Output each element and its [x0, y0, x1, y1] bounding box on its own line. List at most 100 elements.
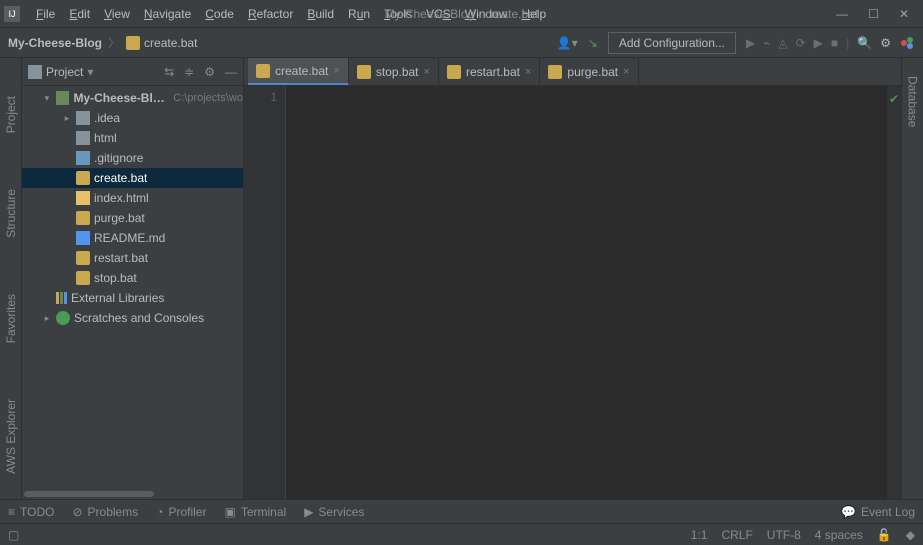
- line-number-gutter[interactable]: 1: [244, 86, 286, 499]
- tree-file-purge-bat[interactable]: purge.bat: [22, 208, 243, 228]
- folder-icon: [28, 65, 42, 79]
- tree-file-stop-bat[interactable]: stop.bat: [22, 268, 243, 288]
- tree-folder-html[interactable]: html: [22, 128, 243, 148]
- maximize-icon[interactable]: ☐: [868, 7, 879, 21]
- breadcrumb-file[interactable]: create.bat: [126, 36, 197, 50]
- settings-icon[interactable]: ⚙: [880, 36, 891, 50]
- memory-indicator-icon[interactable]: ◆: [906, 528, 915, 542]
- gear-icon[interactable]: ⚙: [204, 65, 215, 79]
- breadcrumb-project[interactable]: My-Cheese-Blog: [8, 36, 102, 50]
- close-tab-icon[interactable]: ×: [623, 66, 629, 78]
- menu-navigate[interactable]: Navigate: [138, 4, 197, 24]
- tool-structure[interactable]: Structure: [4, 181, 18, 246]
- tool-problems[interactable]: ⊘ Problems: [72, 505, 138, 519]
- rerun-icon[interactable]: ▶: [814, 36, 823, 50]
- expand-arrow-icon[interactable]: ▾: [42, 93, 52, 104]
- menu-run[interactable]: Run: [342, 4, 376, 24]
- editor-tabs: create.bat × stop.bat × restart.bat × pu…: [244, 58, 901, 86]
- close-tab-icon[interactable]: ×: [525, 66, 531, 78]
- folder-icon: [76, 131, 90, 145]
- close-icon[interactable]: ✕: [899, 7, 909, 21]
- hide-icon[interactable]: —: [225, 65, 237, 79]
- tree-folder-idea[interactable]: ▸ .idea: [22, 108, 243, 128]
- expand-all-icon[interactable]: ≑: [184, 65, 194, 79]
- bat-file-icon: [76, 271, 90, 285]
- editor-area: create.bat × stop.bat × restart.bat × pu…: [244, 58, 901, 499]
- tree-item-label: restart.bat: [94, 251, 148, 265]
- expand-arrow-icon[interactable]: ▸: [42, 313, 52, 324]
- readonly-lock-icon[interactable]: 🔓: [877, 528, 892, 542]
- tool-database[interactable]: Database: [906, 68, 920, 135]
- tab-label: stop.bat: [376, 65, 419, 79]
- coverage-icon[interactable]: ◬: [778, 36, 787, 50]
- menu-refactor[interactable]: Refactor: [242, 4, 299, 24]
- project-tree[interactable]: ▾ My-Cheese-Blog C:\projects\wo ▸ .idea …: [22, 86, 243, 489]
- close-tab-icon[interactable]: ×: [333, 65, 339, 77]
- tree-file-index-html[interactable]: index.html: [22, 188, 243, 208]
- folder-icon: [76, 111, 90, 125]
- inspection-ok-icon[interactable]: ✔: [889, 92, 899, 106]
- project-view-selector[interactable]: Project ▾: [28, 65, 93, 79]
- tree-item-label: html: [94, 131, 117, 145]
- tab-stop-bat[interactable]: stop.bat ×: [349, 58, 439, 85]
- run-configuration-dropdown[interactable]: Add Configuration...: [608, 32, 736, 54]
- tab-purge-bat[interactable]: purge.bat ×: [540, 58, 638, 85]
- bat-file-icon: [548, 65, 562, 79]
- code-editor[interactable]: [286, 86, 887, 499]
- select-opened-file-icon[interactable]: ⇆: [164, 65, 174, 79]
- debug-icon[interactable]: ⌁: [763, 36, 770, 50]
- chevron-down-icon: ▾: [87, 65, 93, 79]
- tool-aws-explorer[interactable]: AWS Explorer: [4, 391, 18, 482]
- horizontal-scrollbar[interactable]: [22, 489, 243, 499]
- tool-profiler[interactable]: ◔ Profiler: [156, 505, 206, 519]
- tool-project[interactable]: Project: [4, 88, 18, 141]
- menu-view[interactable]: View: [98, 4, 136, 24]
- menu-edit[interactable]: Edit: [63, 4, 96, 24]
- tree-file-restart-bat[interactable]: restart.bat: [22, 248, 243, 268]
- tool-terminal[interactable]: ▣ Terminal: [224, 505, 286, 519]
- indent-settings[interactable]: 4 spaces: [815, 528, 863, 542]
- tool-services[interactable]: ▶ Services: [304, 505, 364, 519]
- tab-restart-bat[interactable]: restart.bat ×: [439, 58, 540, 85]
- tool-todo[interactable]: ≡ TODO: [8, 505, 54, 519]
- line-separator[interactable]: CRLF: [721, 528, 752, 542]
- tab-create-bat[interactable]: create.bat ×: [248, 58, 349, 85]
- line-number: 1: [244, 90, 277, 104]
- menu-build[interactable]: Build: [301, 4, 340, 24]
- minimize-icon[interactable]: —: [836, 7, 848, 21]
- inspection-gutter: ✔: [887, 86, 901, 499]
- tree-file-create-bat[interactable]: create.bat: [22, 168, 243, 188]
- tree-file-readme-md[interactable]: README.md: [22, 228, 243, 248]
- stop-icon[interactable]: ■: [831, 36, 838, 50]
- menu-file[interactable]: File: [30, 4, 61, 24]
- right-tool-stripe: Database: [901, 58, 923, 499]
- build-hammer-icon[interactable]: ↘: [588, 36, 598, 50]
- tree-root-label: My-Cheese-Blog: [73, 91, 165, 105]
- user-icon[interactable]: 👤▾: [557, 36, 578, 50]
- search-everywhere-icon[interactable]: 🔍: [857, 36, 872, 50]
- event-log[interactable]: 💬 Event Log: [841, 505, 915, 519]
- tool-window-button-icon[interactable]: ▢: [8, 528, 19, 542]
- close-tab-icon[interactable]: ×: [424, 66, 430, 78]
- bottom-tool-stripe: ≡ TODO ⊘ Problems ◔ Profiler ▣ Terminal …: [0, 499, 923, 523]
- cws-icon[interactable]: [899, 35, 915, 51]
- file-encoding[interactable]: UTF-8: [767, 528, 801, 542]
- profile-icon[interactable]: ⟳: [796, 36, 806, 50]
- tree-root[interactable]: ▾ My-Cheese-Blog C:\projects\wo: [22, 88, 243, 108]
- scrollbar-thumb[interactable]: [24, 491, 154, 497]
- tree-file-gitignore[interactable]: .gitignore: [22, 148, 243, 168]
- bat-file-icon: [256, 64, 270, 78]
- expand-arrow-icon[interactable]: ▸: [62, 113, 72, 124]
- tree-external-libraries[interactable]: External Libraries: [22, 288, 243, 308]
- tree-root-path: C:\projects\wo: [173, 92, 243, 104]
- caret-position[interactable]: 1:1: [691, 528, 708, 542]
- bat-file-icon: [357, 65, 371, 79]
- breadcrumb-separator-icon: 〉: [108, 34, 120, 51]
- run-icon[interactable]: ▶: [746, 36, 755, 50]
- tool-favorites[interactable]: Favorites: [4, 286, 18, 351]
- markdown-file-icon: [76, 231, 90, 245]
- menu-code[interactable]: Code: [199, 4, 240, 24]
- tree-scratches[interactable]: ▸ Scratches and Consoles: [22, 308, 243, 328]
- bat-file-icon: [447, 65, 461, 79]
- tree-item-label: stop.bat: [94, 271, 137, 285]
